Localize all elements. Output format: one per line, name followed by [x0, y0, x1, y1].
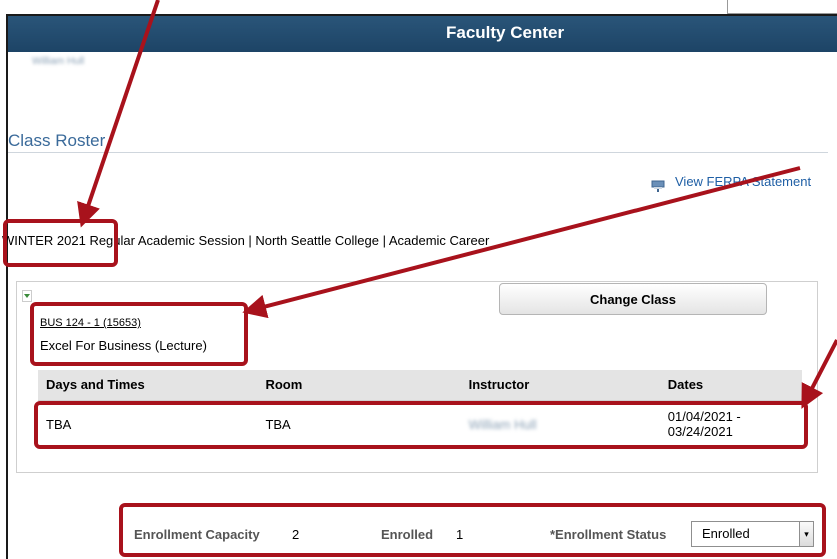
annotation-box-class — [30, 302, 248, 366]
title-divider — [8, 152, 828, 153]
annotation-box-term — [3, 219, 118, 267]
column-header: Room — [257, 370, 461, 401]
column-header: Instructor — [460, 370, 660, 401]
ferpa-icon — [651, 180, 665, 192]
annotation-box-enrollment — [119, 503, 826, 557]
change-class-button[interactable]: Change Class — [499, 283, 767, 315]
user-name: William Hull — [32, 56, 85, 67]
column-header: Dates — [659, 370, 802, 401]
annotation-box-meeting-row — [34, 401, 808, 449]
column-header: Days and Times — [38, 370, 258, 401]
header-title: Faculty Center — [446, 23, 565, 42]
page-header: Faculty Center — [8, 16, 837, 52]
view-ferpa-statement-link[interactable]: View FERPA Statement — [675, 174, 811, 189]
page-title: Class Roster — [8, 131, 106, 150]
term-details: Regular Academic Session | North Seattle… — [89, 233, 490, 248]
background-window — [727, 0, 837, 14]
table-header-row: Days and Times Room Instructor Dates — [38, 370, 802, 401]
collapse-icon[interactable] — [22, 290, 32, 302]
